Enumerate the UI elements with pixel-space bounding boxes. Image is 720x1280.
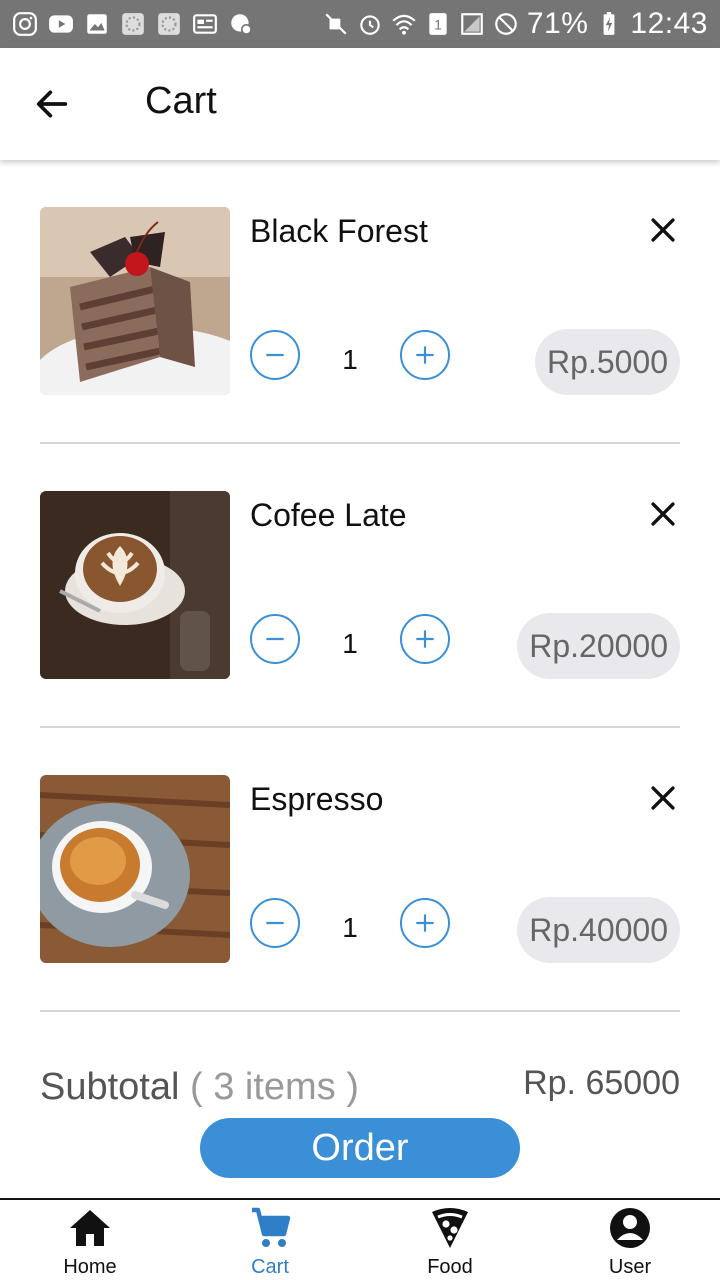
- cart-icon: [252, 1207, 291, 1247]
- plus-icon: [416, 630, 434, 648]
- nav-item-home[interactable]: Home: [0, 1200, 180, 1280]
- nav-item-food[interactable]: Food: [360, 1200, 540, 1280]
- minus-icon: [266, 637, 284, 641]
- increase-quantity-button[interactable]: [400, 614, 450, 664]
- nav-item-cart[interactable]: Cart: [180, 1200, 360, 1280]
- minus-icon: [266, 921, 284, 925]
- item-image-espresso: [40, 775, 230, 963]
- decrease-quantity-button[interactable]: [250, 898, 300, 948]
- cart-item-black-forest: Black Forest 1 Rp.5000: [40, 207, 680, 444]
- app-bar: Cart: [0, 48, 720, 160]
- item-name: Cofee Late: [250, 497, 407, 533]
- svg-text:1: 1: [434, 16, 442, 32]
- quantity-value: 1: [342, 344, 358, 375]
- cart-item-cofee-late: Cofee Late 1 Rp.20000: [40, 491, 680, 728]
- page-title: Cart: [145, 80, 217, 122]
- nav-label: Cart: [251, 1256, 289, 1278]
- nav-item-user[interactable]: User: [540, 1200, 720, 1280]
- close-icon: [651, 502, 675, 526]
- cart-item-espresso: Espresso 1 Rp.40000: [40, 775, 680, 1012]
- item-image-black-forest: [40, 207, 230, 395]
- divider: [40, 442, 680, 444]
- gallery-icon: [84, 11, 110, 37]
- alarm-icon: [357, 11, 383, 37]
- item-price: Rp.20000: [517, 613, 680, 679]
- youtube-icon: [48, 11, 74, 37]
- decrease-quantity-button[interactable]: [250, 614, 300, 664]
- subtotal-text: Subtotal: [40, 1066, 180, 1108]
- subtotal-value: Rp. 65000: [523, 1064, 680, 1102]
- quantity-value: 1: [342, 628, 358, 659]
- plus-icon: [416, 346, 434, 364]
- vpn-icon: [228, 11, 254, 37]
- remove-item-button[interactable]: [646, 497, 680, 531]
- close-icon: [651, 218, 675, 242]
- subtotal-item-count: ( 3 items ): [190, 1066, 359, 1108]
- item-name: Black Forest: [250, 213, 428, 249]
- subtotal-label: Subtotal ( 3 items ): [40, 1066, 359, 1109]
- pattern-icon: [120, 11, 146, 37]
- wifi-icon: [391, 11, 417, 37]
- do-not-disturb-icon: [493, 11, 519, 37]
- battery-charging-icon: [596, 11, 622, 37]
- remove-item-button[interactable]: [646, 781, 680, 815]
- plus-icon: [416, 914, 434, 932]
- back-button[interactable]: [28, 82, 76, 126]
- order-button[interactable]: Order: [200, 1118, 520, 1178]
- item-price: Rp.5000: [535, 329, 680, 395]
- bottom-navigation: Home Cart Food User: [0, 1198, 720, 1280]
- minus-icon: [266, 353, 284, 357]
- quantity-value: 1: [342, 912, 358, 943]
- arrow-back-icon: [36, 90, 68, 118]
- battery-percentage: 71%: [526, 7, 589, 40]
- home-icon: [70, 1210, 110, 1246]
- remove-item-button[interactable]: [646, 213, 680, 247]
- pizza-icon: [432, 1208, 468, 1248]
- status-bar: 1 71% 12:43: [0, 0, 720, 48]
- nav-label: Food: [427, 1256, 473, 1278]
- decrease-quantity-button[interactable]: [250, 330, 300, 380]
- instagram-icon: [12, 11, 38, 37]
- item-image-cofee-late: [40, 491, 230, 679]
- close-icon: [651, 786, 675, 810]
- divider: [40, 726, 680, 728]
- nav-label: Home: [63, 1256, 117, 1278]
- item-price: Rp.40000: [517, 897, 680, 963]
- item-name: Espresso: [250, 781, 384, 817]
- increase-quantity-button[interactable]: [400, 898, 450, 948]
- mute-icon: [323, 11, 349, 37]
- news-icon: [192, 11, 218, 37]
- clock: 12:43: [630, 7, 708, 40]
- user-icon: [610, 1208, 650, 1248]
- pattern-icon: [156, 11, 182, 37]
- sim-icon: 1: [425, 11, 451, 37]
- nav-label: User: [608, 1256, 652, 1278]
- signal-icon: [459, 11, 485, 37]
- divider: [40, 1010, 680, 1012]
- increase-quantity-button[interactable]: [400, 330, 450, 380]
